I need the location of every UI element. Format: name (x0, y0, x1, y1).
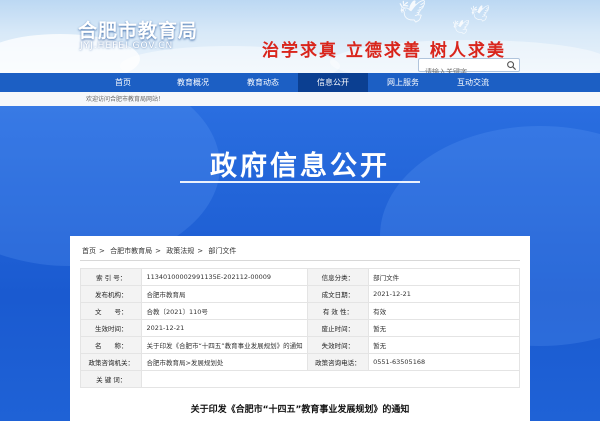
meta-value-keywords (141, 370, 520, 388)
meta-key-doc-number: 文 号： (79, 302, 143, 320)
meta-key-expiry-date: 失效时间： (306, 336, 370, 354)
table-row: 政策咨询机关： 合肥市教育局>发展规划处 政策咨询电话： 0551-635051… (79, 353, 520, 371)
meta-key-consult-office: 政策咨询机关： (79, 353, 143, 371)
meta-key-index: 索 引 号： (79, 268, 143, 286)
welcome-text: 欢迎访问合肥市教育局网站！ (86, 96, 165, 103)
meta-value-name: 关于印发《合肥市“十四五”教育事业发展规划》的通知 (141, 336, 308, 354)
breadcrumb-policy[interactable]: 政策法规 (166, 247, 194, 255)
welcome-strip: 欢迎访问合肥市教育局网站！ (0, 92, 600, 106)
meta-value-consult-phone: 0551-63505168 (368, 353, 520, 371)
table-row: 名 称： 关于印发《合肥市“十四五”教育事业发展规划》的通知 失效时间： 暂无 (79, 336, 520, 354)
table-row: 索 引 号： 11340100002991135E-202112-00009 信… (79, 268, 520, 286)
breadcrumb-divider (80, 260, 520, 261)
nav-item-news[interactable]: 教育动态 (228, 73, 298, 92)
content-panel: 首页 > 合肥市教育局 > 政策法规 > 部门文件 索 引 号： 1134010000… (70, 236, 530, 421)
meta-value-effective-date: 2021-12-21 (141, 319, 308, 337)
breadcrumb-department-docs[interactable]: 部门文件 (208, 247, 236, 255)
meta-value-consult-office: 合肥市教育局>发展规划处 (141, 353, 308, 371)
nav-item-overview[interactable]: 教育概况 (158, 73, 228, 92)
table-row: 文 号： 合教〔2021〕110号 有 效 性： 有效 (79, 302, 520, 320)
meta-key-category: 信息分类： (306, 268, 370, 286)
breadcrumb: 首页 > 合肥市教育局 > 政策法规 > 部门文件 (82, 246, 239, 256)
meta-key-name: 名 称： (79, 336, 143, 354)
meta-value-expiry-date: 暂无 (368, 336, 520, 354)
breadcrumb-separator: > (197, 247, 204, 255)
search-icon[interactable] (506, 60, 517, 71)
document-title: 关于印发《合肥市“十四五”教育事业发展规划》的通知 (190, 405, 410, 415)
dove-icon: 🕊 (452, 20, 470, 36)
meta-key-validity: 有 效 性： (306, 302, 370, 320)
main-nav: 首页 教育概况 教育动态 信息公开 网上服务 互动交流 (0, 73, 600, 92)
site-logo-title[interactable]: 合肥市教育局 (78, 16, 198, 43)
nav-item-interaction[interactable]: 互动交流 (438, 73, 508, 92)
table-row: 生效时间： 2021-12-21 废止时间： 暂无 (79, 319, 520, 337)
table-row: 关 键 词： (79, 370, 520, 388)
dove-icon: 🕊 (470, 4, 491, 23)
meta-value-repeal-date: 暂无 (368, 319, 520, 337)
site-logo-url: JYJ.HEFEI.GOV.CN (80, 41, 174, 51)
meta-value-written-date: 2021-12-21 (368, 285, 520, 303)
nav-item-home[interactable]: 首页 (88, 73, 158, 92)
meta-key-repeal-date: 废止时间： (306, 319, 370, 337)
site-header: 🕊 🕊 🕊 合肥市教育局 JYJ.HEFEI.GOV.CN 治学求真 立德求善 … (0, 0, 600, 73)
meta-value-validity: 有效 (368, 302, 520, 320)
meta-key-publisher: 发布机构： (79, 285, 143, 303)
meta-value-publisher: 合肥市教育局 (141, 285, 308, 303)
meta-value-index: 11340100002991135E-202112-00009 (141, 268, 308, 286)
meta-value-doc-number: 合教〔2021〕110号 (141, 302, 308, 320)
meta-key-effective-date: 生效时间： (79, 319, 143, 337)
table-row: 发布机构： 合肥市教育局 成文日期： 2021-12-21 (79, 285, 520, 303)
nav-item-online-service[interactable]: 网上服务 (368, 73, 438, 92)
breadcrumb-bureau[interactable]: 合肥市教育局 (110, 247, 152, 255)
search-box (418, 58, 520, 73)
meta-key-consult-phone: 政策咨询电话： (306, 353, 370, 371)
meta-key-written-date: 成文日期： (306, 285, 370, 303)
breadcrumb-separator: > (155, 247, 161, 255)
breadcrumb-separator: > (99, 247, 105, 255)
title-underline (180, 181, 420, 183)
meta-value-category: 部门文件 (368, 268, 520, 286)
dove-icon: 🕊 (398, 0, 426, 25)
breadcrumb-home[interactable]: 首页 (82, 247, 96, 255)
document-meta-table: 索 引 号： 11340100002991135E-202112-00009 信… (79, 268, 520, 388)
meta-key-keywords: 关 键 词： (79, 370, 143, 388)
page-title: 政府信息公开 (210, 151, 390, 182)
nav-item-info-disclosure[interactable]: 信息公开 (298, 73, 368, 92)
